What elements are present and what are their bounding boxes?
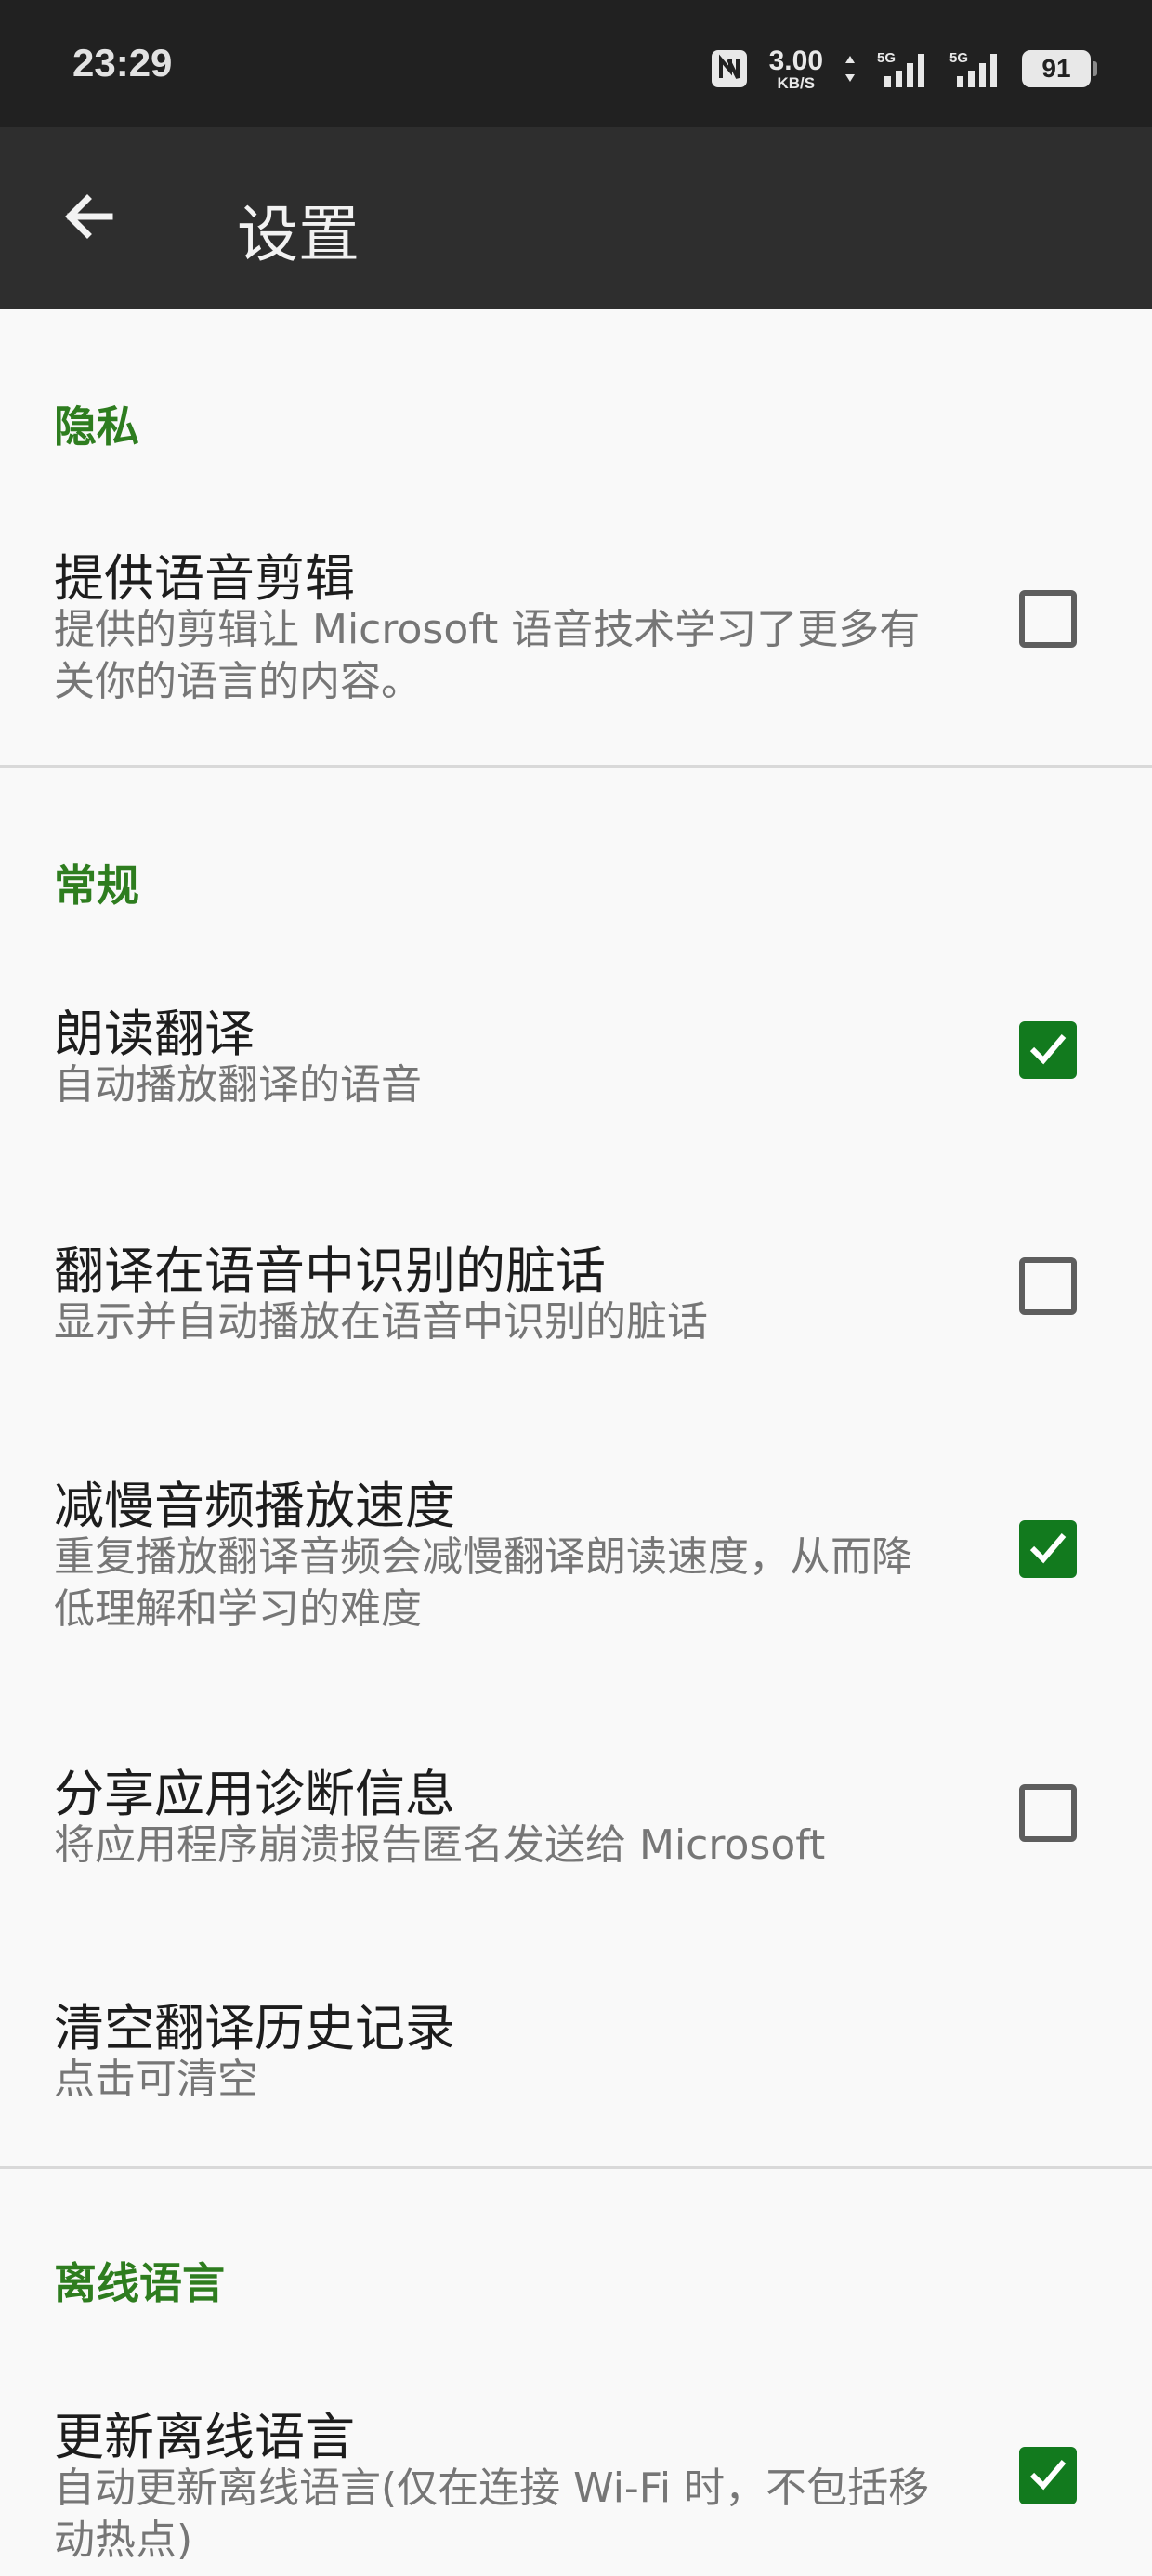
setting-title: 分享应用诊断信息: [54, 1765, 455, 1823]
setting-title: 翻译在语音中识别的脏话: [54, 1242, 606, 1300]
network-badge-1: 5G: [877, 50, 896, 66]
translate-profanity-checkbox[interactable]: [1019, 1257, 1077, 1315]
setting-title: 更新离线语言: [54, 2408, 355, 2466]
signal-icon: 5G: [949, 48, 1001, 89]
setting-summary: 点击可清空: [54, 2056, 258, 2103]
setting-slow-playback[interactable]: 减慢音频播放速度 重复播放翻译音频会减慢翻译朗读速度，从而降低理解和学习的难度: [0, 1448, 1152, 1680]
setting-summary: 显示并自动播放在语音中识别的脏话: [54, 1298, 708, 1346]
setting-summary: 重复播放翻译音频会减慢翻译朗读速度，从而降低理解和学习的难度: [54, 1533, 912, 1633]
voice-clips-checkbox[interactable]: [1019, 590, 1077, 648]
network-badge-2: 5G: [949, 50, 968, 66]
status-bar: 23:29 3.00 KB/S 5G 5G 91: [0, 0, 1152, 127]
read-translation-checkbox[interactable]: [1019, 1021, 1077, 1079]
setting-summary: 自动播放翻译的语音: [54, 1061, 422, 1109]
setting-summary: 提供的剪辑让 Microsoft 语音技术学习了更多有关你的语言的内容。: [54, 606, 921, 705]
setting-title: 清空翻译历史记录: [54, 1999, 455, 2057]
setting-title: 减慢音频播放速度: [54, 1477, 455, 1535]
setting-voice-clips[interactable]: 提供语音剪辑 提供的剪辑让 Microsoft 语音技术学习了更多有关你的语言的…: [0, 520, 1152, 753]
checkmark-icon: [1027, 1526, 1069, 1572]
setting-summary: 将应用程序崩溃报告匿名发送给 Microsoft: [54, 1821, 826, 1869]
nfc-icon: [710, 48, 749, 89]
section-header-privacy: 隐私: [54, 401, 139, 452]
section-divider: [0, 765, 1152, 768]
page-title: 设置: [237, 199, 360, 270]
setting-update-offline[interactable]: 更新离线语言 自动更新离线语言(仅在连接 Wi-Fi 时，不包括移动热点): [0, 2379, 1152, 2576]
section-divider: [0, 2166, 1152, 2169]
setting-read-translation[interactable]: 朗读翻译 自动播放翻译的语音: [0, 976, 1152, 1162]
update-offline-checkbox[interactable]: [1019, 2447, 1077, 2504]
section-header-general: 常规: [54, 861, 139, 911]
data-arrows-icon: [844, 50, 857, 87]
setting-title: 朗读翻译: [54, 1005, 255, 1063]
signal-icon: 5G: [877, 48, 929, 89]
app-bar: 设置: [0, 127, 1152, 309]
status-time: 23:29: [72, 41, 173, 85]
checkmark-icon: [1027, 2452, 1069, 2499]
checkmark-icon: [1027, 1027, 1069, 1073]
setting-summary: 自动更新离线语言(仅在连接 Wi-Fi 时，不包括移动热点): [54, 2464, 930, 2564]
section-header-offline: 离线语言: [54, 2258, 225, 2308]
battery-icon: 91: [1022, 50, 1097, 87]
setting-share-diagnostics[interactable]: 分享应用诊断信息 将应用程序崩溃报告匿名发送给 Microsoft: [0, 1736, 1152, 1922]
back-button[interactable]: [41, 172, 137, 265]
battery-level: 91: [1041, 54, 1071, 83]
status-icons: 3.00 KB/S 5G 5G 91: [710, 41, 1097, 97]
setting-translate-profanity[interactable]: 翻译在语音中识别的脏话 显示并自动播放在语音中识别的脏话: [0, 1213, 1152, 1399]
arrow-left-icon: [61, 189, 117, 248]
share-diagnostics-checkbox[interactable]: [1019, 1784, 1077, 1842]
network-speed-unit: KB/S: [777, 73, 816, 92]
slow-playback-checkbox[interactable]: [1019, 1520, 1077, 1578]
setting-clear-history[interactable]: 清空翻译历史记录 点击可清空: [0, 1970, 1152, 2156]
setting-title: 提供语音剪辑: [54, 549, 355, 608]
network-speed: 3.00 KB/S: [768, 45, 823, 92]
network-speed-value: 3.00: [768, 45, 823, 76]
